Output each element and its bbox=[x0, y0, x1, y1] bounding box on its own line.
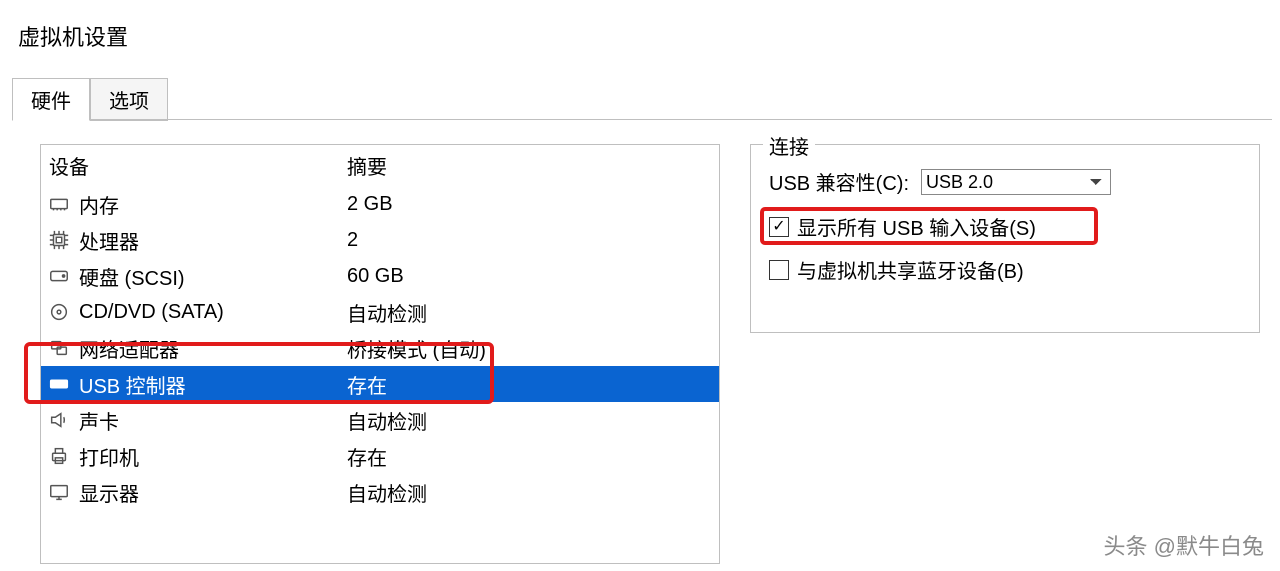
device-row-memory[interactable]: 内存 2 GB bbox=[41, 186, 719, 222]
group-legend: 连接 bbox=[763, 131, 815, 160]
network-icon bbox=[47, 336, 71, 360]
device-row-printer[interactable]: 打印机 存在 bbox=[41, 438, 719, 474]
device-name: 网络适配器 bbox=[79, 334, 347, 363]
device-summary: 2 GB bbox=[347, 193, 719, 216]
device-summary: 2 bbox=[347, 229, 719, 252]
header-summary[interactable]: 摘要 bbox=[347, 151, 719, 180]
device-name: 声卡 bbox=[79, 406, 347, 435]
connections-group: 连接 USB 兼容性(C): USB 2.0 显示所有 USB 输入设备(S) bbox=[750, 144, 1260, 333]
device-row-network[interactable]: 网络适配器 桥接模式 (自动) bbox=[41, 330, 719, 366]
checkbox-box-icon bbox=[769, 217, 789, 237]
checkbox-show-all-usb[interactable]: 显示所有 USB 输入设备(S) bbox=[769, 212, 1241, 241]
checkbox-box-icon bbox=[769, 260, 789, 280]
device-name: 硬盘 (SCSI) bbox=[79, 262, 347, 291]
tab-options[interactable]: 选项 bbox=[90, 78, 168, 121]
device-name: 内存 bbox=[79, 190, 347, 219]
device-summary: 自动检测 bbox=[347, 298, 719, 327]
device-summary: 60 GB bbox=[347, 265, 719, 288]
hardware-panel: 设备 摘要 内存 2 GB 处理器 2 bbox=[12, 119, 1272, 571]
device-row-disk[interactable]: 硬盘 (SCSI) 60 GB bbox=[41, 258, 719, 294]
device-summary: 存在 bbox=[347, 370, 719, 399]
usb-compat-label: USB 兼容性(C): bbox=[769, 167, 909, 196]
tabs: 硬件 选项 bbox=[12, 78, 168, 121]
device-summary: 存在 bbox=[347, 442, 719, 471]
window-title: 虚拟机设置 bbox=[18, 25, 128, 50]
checkbox-label: 显示所有 USB 输入设备(S) bbox=[797, 212, 1036, 241]
device-row-cpu[interactable]: 处理器 2 bbox=[41, 222, 719, 258]
device-list-header: 设备 摘要 bbox=[41, 145, 719, 186]
device-name: 显示器 bbox=[79, 478, 347, 507]
sound-icon bbox=[47, 408, 71, 432]
device-row-cddvd[interactable]: CD/DVD (SATA) 自动检测 bbox=[41, 294, 719, 330]
device-summary: 桥接模式 (自动) bbox=[347, 334, 719, 363]
usb-compat-select[interactable]: USB 2.0 bbox=[921, 169, 1111, 195]
device-name: 处理器 bbox=[79, 226, 347, 255]
disk-icon bbox=[47, 264, 71, 288]
device-list: 设备 摘要 内存 2 GB 处理器 2 bbox=[40, 144, 720, 564]
device-row-display[interactable]: 显示器 自动检测 bbox=[41, 474, 719, 510]
printer-icon bbox=[47, 444, 71, 468]
checkbox-share-bluetooth[interactable]: 与虚拟机共享蓝牙设备(B) bbox=[769, 255, 1241, 284]
device-summary: 自动检测 bbox=[347, 478, 719, 507]
device-summary: 自动检测 bbox=[347, 406, 719, 435]
device-row-sound[interactable]: 声卡 自动检测 bbox=[41, 402, 719, 438]
display-icon bbox=[47, 480, 71, 504]
header-device[interactable]: 设备 bbox=[47, 151, 347, 180]
cpu-icon bbox=[47, 228, 71, 252]
device-name: USB 控制器 bbox=[79, 370, 347, 399]
device-row-usb[interactable]: USB 控制器 存在 bbox=[41, 366, 719, 402]
device-name: CD/DVD (SATA) bbox=[79, 301, 347, 324]
usb-icon bbox=[47, 372, 71, 396]
tab-hardware[interactable]: 硬件 bbox=[12, 78, 90, 121]
cd-icon bbox=[47, 300, 71, 324]
memory-icon bbox=[47, 192, 71, 216]
right-panel: 连接 USB 兼容性(C): USB 2.0 显示所有 USB 输入设备(S) bbox=[750, 144, 1260, 564]
checkbox-label: 与虚拟机共享蓝牙设备(B) bbox=[797, 255, 1024, 284]
device-name: 打印机 bbox=[79, 442, 347, 471]
